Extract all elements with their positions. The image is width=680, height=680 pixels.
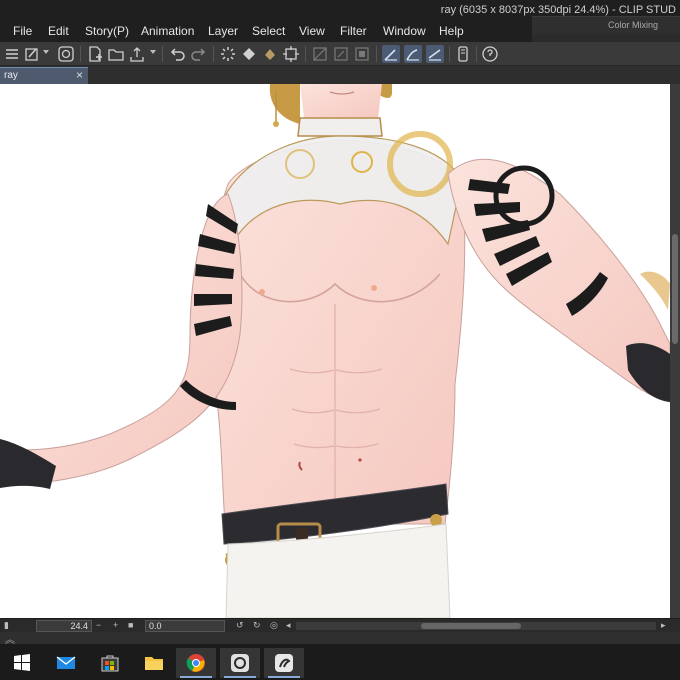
windows-logo-icon <box>14 654 30 671</box>
transform-icon[interactable] <box>282 45 300 63</box>
fill-selection-icon[interactable] <box>332 45 350 63</box>
chrome-icon <box>186 654 205 672</box>
reset-rotation-icon[interactable]: ◎ <box>270 620 278 631</box>
window-title: ray (6035 x 8037px 350dpi 24.4%) - CLIP … <box>440 4 676 16</box>
zoom-out-icon[interactable]: − <box>96 620 101 631</box>
fill-icon[interactable] <box>240 45 258 63</box>
command-dropdown-icon[interactable] <box>43 50 49 54</box>
fit-canvas-icon[interactable]: ■ <box>128 620 133 631</box>
show-selection-icon[interactable] <box>353 45 371 63</box>
menu-icon[interactable] <box>3 45 21 63</box>
loading-icon[interactable] <box>219 45 237 63</box>
menu-animation[interactable]: Animation <box>141 24 194 38</box>
command-bar-icon[interactable] <box>23 45 41 63</box>
new-file-icon[interactable] <box>86 45 104 63</box>
menu-file[interactable]: File <box>13 24 32 38</box>
open-file-icon[interactable] <box>107 45 125 63</box>
export-icon[interactable] <box>128 45 146 63</box>
rotate-left-icon[interactable]: ↺ <box>236 620 244 631</box>
rotation-field[interactable]: 0.0 <box>145 620 225 632</box>
windows-start-button[interactable] <box>2 648 42 678</box>
toolbar-separator <box>476 46 477 62</box>
windows-taskbar <box>0 644 680 680</box>
stabilization-low-icon[interactable] <box>382 45 400 63</box>
document-tab-ray[interactable]: ray × <box>0 67 88 84</box>
taskbar-clip-studio[interactable] <box>220 648 260 678</box>
horizontal-scroll-thumb[interactable] <box>421 623 521 629</box>
menu-view[interactable]: View <box>299 24 325 38</box>
navigator-toggle-icon[interactable]: ▮ <box>4 620 9 631</box>
store-icon <box>101 655 119 672</box>
toolbar-separator <box>80 46 81 62</box>
taskbar-clip-studio-paint[interactable] <box>264 648 304 678</box>
tablet-icon[interactable] <box>454 45 472 63</box>
menu-window[interactable]: Window <box>383 24 426 38</box>
zoom-in-icon[interactable]: + <box>113 620 118 631</box>
fill-bucket-icon[interactable] <box>261 45 279 63</box>
scroll-left-icon[interactable]: ◂ <box>286 620 291 631</box>
horizontal-scrollbar[interactable] <box>296 622 656 630</box>
toolbar-separator <box>213 46 214 62</box>
mail-icon <box>56 656 76 669</box>
help-icon[interactable] <box>481 45 499 63</box>
menu-help[interactable]: Help <box>439 24 464 38</box>
zoom-field[interactable]: 24.4 <box>36 620 92 632</box>
artwork-illustration <box>0 84 670 618</box>
taskbar-store[interactable] <box>90 648 130 678</box>
rotate-right-icon[interactable]: ↻ <box>253 620 261 631</box>
menu-select[interactable]: Select <box>252 24 285 38</box>
taskbar-file-explorer[interactable] <box>134 648 174 678</box>
toolbar-separator <box>162 46 163 62</box>
toolbar-separator <box>305 46 306 62</box>
menu-layer[interactable]: Layer <box>208 24 238 38</box>
taskbar-chrome[interactable] <box>176 648 216 678</box>
clip-studio-window: ray (6035 x 8037px 350dpi 24.4%) - CLIP … <box>0 0 680 680</box>
menu-filter[interactable]: Filter <box>340 24 367 38</box>
undo-icon[interactable] <box>168 45 186 63</box>
vertical-scroll-thumb[interactable] <box>672 234 678 344</box>
clear-outside-icon[interactable] <box>311 45 329 63</box>
vertical-scrollbar[interactable] <box>670 84 680 618</box>
toolbar-separator <box>376 46 377 62</box>
menu-story[interactable]: Story(P) <box>85 24 129 38</box>
redo-icon[interactable] <box>190 45 208 63</box>
clip-studio-icon[interactable] <box>57 45 75 63</box>
document-tab-label: ray <box>4 70 18 81</box>
canvas[interactable] <box>0 84 670 618</box>
close-tab-icon[interactable]: × <box>76 68 83 82</box>
scroll-right-icon[interactable]: ▸ <box>661 620 666 631</box>
stabilization-mid-icon[interactable] <box>404 45 422 63</box>
menu-bar: File Edit Story(P) Animation Layer Selec… <box>0 20 532 42</box>
color-mixing-panel-tab[interactable]: Color Mixing <box>532 16 680 34</box>
export-dropdown-icon[interactable] <box>150 50 156 54</box>
toolbar-separator <box>449 46 450 62</box>
clip-studio-icon <box>231 654 249 672</box>
canvas-status-bar: ▮ 24.4 − + ■ 0.0 ↺ ↻ ◎ ◂ ▸ <box>0 618 680 632</box>
panel-collapse-strip: ︽ <box>0 632 680 646</box>
canvas-area <box>0 84 680 618</box>
stabilization-high-icon[interactable] <box>426 45 444 63</box>
folder-icon <box>145 657 163 670</box>
taskbar-mail[interactable] <box>46 648 86 678</box>
clip-studio-paint-icon <box>275 654 293 672</box>
color-mixing-label: Color Mixing <box>608 20 659 30</box>
document-tab-bar: ray × <box>0 66 680 84</box>
command-bar <box>0 42 680 66</box>
menu-edit[interactable]: Edit <box>48 24 69 38</box>
